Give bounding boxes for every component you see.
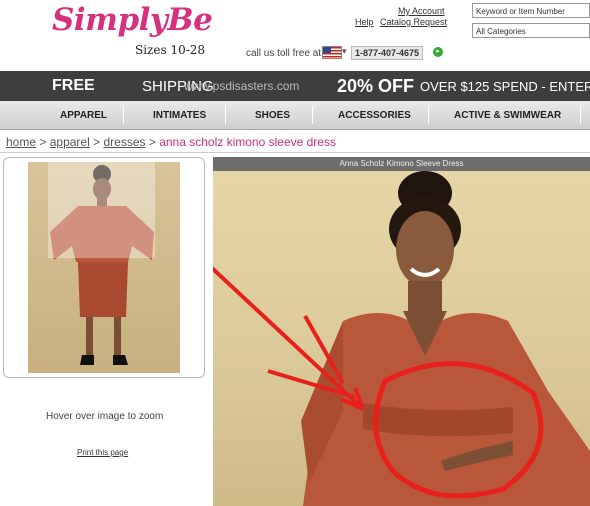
promo-free: FREE — [52, 77, 95, 94]
breadcrumb-home[interactable]: home — [6, 135, 36, 149]
site-logo[interactable]: SimplyBe — [52, 2, 213, 38]
nav-shoes[interactable]: SHOES — [255, 110, 290, 121]
phone-number: 1-877-407-4675 — [351, 46, 424, 60]
catalog-request-link[interactable]: Catalog Request — [380, 17, 447, 27]
promo-discount: 20% OFF — [337, 76, 415, 96]
search-input[interactable]: Keyword or Item Number — [472, 3, 590, 18]
us-flag-icon — [322, 46, 342, 59]
nav-divider — [225, 106, 226, 124]
nav-active-swimwear[interactable]: ACTIVE & SWIMWEAR — [454, 110, 561, 121]
print-page-link[interactable]: Print this page — [77, 448, 128, 457]
nav-divider — [123, 106, 124, 124]
nav-divider — [428, 106, 429, 124]
breadcrumb-current: anna scholz kimono sleeve dress — [159, 135, 336, 149]
call-go-icon[interactable]: ▸ — [433, 47, 443, 57]
breadcrumb-separator: > — [148, 135, 156, 149]
promo-url: www.psdisasters.com — [184, 79, 300, 93]
nav-divider — [312, 106, 313, 124]
nav-divider — [580, 106, 581, 124]
model-photo-icon — [213, 171, 590, 506]
breadcrumb-separator: > — [39, 135, 47, 149]
zoom-hint: Hover over image to zoom — [46, 411, 164, 422]
promo-discount-text: OVER $125 SPEND - ENTER — [420, 79, 590, 94]
divider — [0, 152, 590, 153]
toll-free-label: call us toll free at — [246, 48, 322, 59]
breadcrumb-separator: > — [93, 135, 101, 149]
nav-intimates[interactable]: INTIMATES — [153, 110, 206, 121]
breadcrumb: home > apparel > dresses > anna scholz k… — [6, 135, 336, 149]
category-select[interactable]: All Categories — [472, 23, 590, 38]
logo-tagline: Sizes 10-28 — [135, 43, 206, 57]
breadcrumb-dresses[interactable]: dresses — [103, 135, 145, 149]
image-title-bar: Anna Scholz Kimono Sleeve Dress — [213, 157, 590, 171]
my-account-link[interactable]: My Account — [398, 6, 445, 16]
main-nav: APPAREL INTIMATES SHOES ACCESSORIES ACTI… — [0, 101, 590, 130]
product-main-image[interactable] — [213, 171, 590, 506]
nav-apparel[interactable]: APPAREL — [60, 110, 107, 121]
flag-dropdown-icon[interactable]: ▾ — [342, 46, 347, 57]
promo-banner[interactable]: FREE SHIPPING www.psdisasters.com 20% OF… — [0, 71, 590, 101]
breadcrumb-apparel[interactable]: apparel — [50, 135, 90, 149]
help-link[interactable]: Help — [355, 17, 374, 27]
nav-accessories[interactable]: ACCESSORIES — [338, 110, 411, 121]
zoom-lens[interactable] — [48, 162, 155, 258]
